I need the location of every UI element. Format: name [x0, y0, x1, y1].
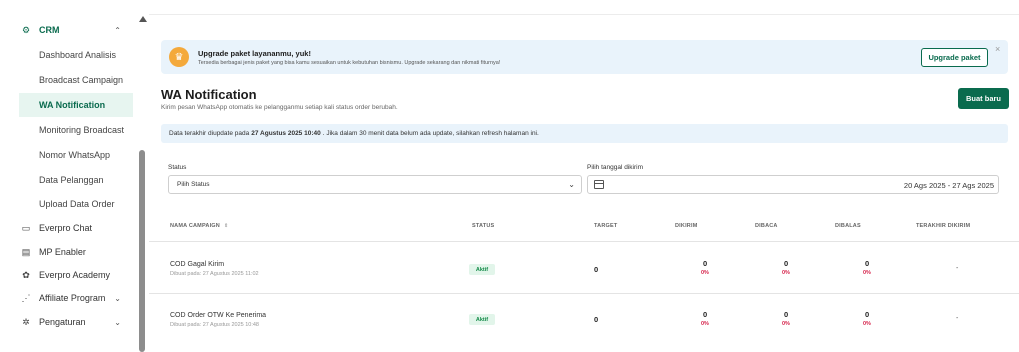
sidebar-item-wa-notification[interactable]: WA Notification: [19, 93, 133, 117]
sidebar-item-label: Affiliate Program: [39, 293, 106, 303]
dibalas-value: 0: [865, 310, 870, 319]
sidebar-item-everpro-academy[interactable]: ✿ Everpro Academy: [0, 263, 137, 287]
create-new-button[interactable]: Buat baru: [958, 88, 1009, 109]
sidebar-item-affiliate-program[interactable]: ⋰ Affiliate Program ⌄: [0, 286, 137, 310]
sidebar-item-label: Dashboard Analisis: [39, 50, 117, 60]
dikirim-percent: 0%: [701, 270, 709, 276]
banner-subtitle: Tersedia berbagai jenis paket yang bisa …: [198, 60, 501, 66]
divider: [149, 293, 1019, 294]
sidebar-item-data-pelanggan[interactable]: Data Pelanggan: [0, 168, 137, 192]
dibaca-percent: 0%: [782, 321, 790, 327]
sidebar-item-label: Pengaturan: [39, 317, 86, 327]
status-select[interactable]: Pilih Status ⌄: [168, 175, 582, 194]
info-prefix: Data terakhir diupdate pada: [169, 130, 250, 137]
column-header-dibaca: DIBACA: [755, 223, 778, 229]
campaign-name[interactable]: COD Gagal Kirim: [170, 261, 224, 268]
chevron-up-icon: ⌃: [114, 25, 121, 35]
banner-title: Upgrade paket layananmu, yuk!: [198, 49, 311, 58]
crown-icon: ♛: [169, 47, 189, 67]
sidebar-item-label: Upload Data Order: [39, 199, 115, 209]
page-title: WA Notification: [161, 87, 257, 102]
last-sent-value: -: [956, 315, 959, 322]
dibaca-value: 0: [784, 310, 789, 319]
close-icon[interactable]: ×: [995, 44, 1000, 54]
status-select-value: Pilih Status: [177, 181, 210, 188]
campaign-created: Dibuat pada: 27 Agustus 2025 10:48: [170, 322, 259, 328]
sidebar-item-mp-enabler[interactable]: ▤ MP Enabler: [0, 240, 137, 264]
dibaca-percent: 0%: [782, 270, 790, 276]
scrollbar-thumb[interactable]: [139, 150, 145, 352]
sort-icon[interactable]: ⇕: [224, 223, 228, 229]
sidebar-item-upload-data-order[interactable]: Upload Data Order: [0, 192, 137, 216]
sidebar-item-label: CRM: [39, 25, 60, 35]
campaign-name[interactable]: COD Order OTW Ke Penerima: [170, 312, 266, 319]
chevron-down-icon: ⌄: [114, 317, 121, 327]
column-header-terakhir-dikirim: TERAKHIR DIKIRIM: [916, 223, 971, 229]
sidebar-item-label: Monitoring Broadcast: [39, 125, 125, 135]
sidebar-item-broadcast-campaign[interactable]: Broadcast Campaign: [0, 68, 137, 92]
sidebar-item-everpro-chat[interactable]: ▭ Everpro Chat: [0, 216, 137, 240]
sidebar-item-label: WA Notification: [39, 100, 106, 110]
dibaca-value: 0: [784, 259, 789, 268]
dikirim-value: 0: [703, 259, 708, 268]
sidebar-item-monitoring-broadcast[interactable]: Monitoring Broadcast: [0, 118, 137, 142]
header-label: NAMA CAMPAIGN: [170, 223, 220, 229]
dibalas-percent: 0%: [863, 270, 871, 276]
last-sent-value: -: [956, 265, 959, 272]
upgrade-banner: ♛ Upgrade paket layananmu, yuk! Tersedia…: [161, 40, 1008, 74]
sidebar-item-label: Broadcast Campaign: [39, 75, 124, 85]
column-header-dikirim: DIKIRIM: [675, 223, 698, 229]
calendar-icon: [594, 180, 604, 189]
upgrade-package-button[interactable]: Upgrade paket: [921, 48, 988, 67]
crm-icon: ⚙: [21, 24, 31, 35]
sidebar-item-label: Nomor WhatsApp: [39, 150, 111, 160]
gear-icon: ✲: [22, 316, 30, 327]
sidebar-item-label: MP Enabler: [39, 247, 86, 257]
page-subtitle: Kirim pesan WhatsApp otomatis ke pelangg…: [161, 104, 398, 111]
store-icon: ▤: [21, 246, 31, 257]
column-header-target: TARGET: [594, 223, 618, 229]
dibalas-percent: 0%: [863, 321, 871, 327]
data-update-info: Data terakhir diupdate pada 27 Agustus 2…: [161, 124, 1008, 143]
scroll-up-arrow-icon[interactable]: [139, 16, 147, 22]
column-header-campaign[interactable]: NAMA CAMPAIGN ⇕: [170, 223, 228, 229]
academy-icon: ✿: [22, 269, 30, 280]
sidebar-item-label: Everpro Academy: [39, 270, 111, 280]
sidebar-item-crm[interactable]: ⚙ CRM ⌃: [0, 18, 137, 42]
chevron-down-icon: ⌄: [114, 293, 121, 303]
status-filter-label: Status: [168, 164, 187, 171]
dikirim-percent: 0%: [701, 321, 709, 327]
status-badge: Aktif: [469, 264, 495, 275]
column-header-dibalas: DIBALAS: [835, 223, 861, 229]
date-range-value: 20 Ags 2025 - 27 Ags 2025: [903, 181, 994, 190]
divider: [149, 14, 1019, 15]
campaign-created: Dibuat pada: 27 Agustus 2025 11:02: [170, 271, 259, 277]
sidebar-item-dashboard-analisis[interactable]: Dashboard Analisis: [0, 43, 137, 67]
sidebar-item-nomor-whatsapp[interactable]: Nomor WhatsApp: [0, 143, 137, 167]
date-filter-label: Pilih tanggal dikirim: [587, 164, 643, 171]
target-value: 0: [594, 315, 599, 324]
sidebar-item-label: Data Pelanggan: [39, 175, 104, 185]
target-value: 0: [594, 265, 599, 274]
info-timestamp: 27 Agustus 2025 10:40: [251, 130, 321, 137]
dikirim-value: 0: [703, 310, 708, 319]
column-header-status: STATUS: [472, 223, 495, 229]
divider: [149, 241, 1019, 242]
date-range-picker[interactable]: 20 Ags 2025 - 27 Ags 2025: [587, 175, 999, 194]
status-badge: Aktif: [469, 314, 495, 325]
affiliate-icon: ⋰: [21, 292, 31, 303]
sidebar-item-pengaturan[interactable]: ✲ Pengaturan ⌄: [0, 310, 137, 334]
sidebar: ⚙ CRM ⌃ Dashboard Analisis Broadcast Cam…: [0, 0, 137, 352]
info-suffix: . Jika dalam 30 menit data belum ada upd…: [322, 130, 539, 137]
sidebar-item-label: Everpro Chat: [39, 223, 93, 233]
chevron-down-icon: ⌄: [568, 180, 575, 189]
chat-icon: ▭: [21, 222, 31, 233]
dibalas-value: 0: [865, 259, 870, 268]
